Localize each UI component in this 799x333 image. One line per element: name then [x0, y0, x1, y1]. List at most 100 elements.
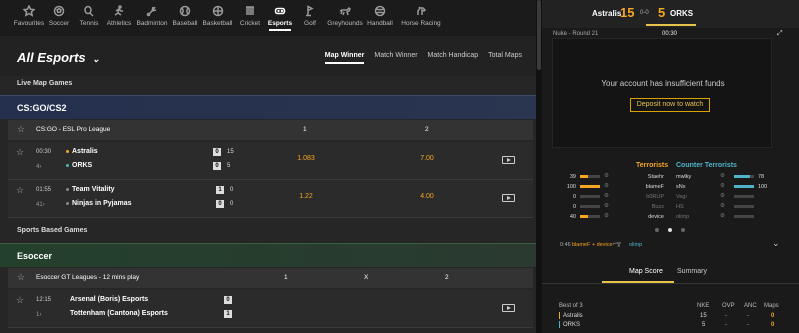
sport-label: Soccer: [48, 20, 70, 27]
player-hp-bar-empty: [734, 215, 754, 218]
right-panel: Astralis 15 0-0 5 ORKS Nuke - Round 21 0…: [542, 0, 799, 333]
carousel-dot[interactable]: [655, 228, 659, 232]
scoreboard-team-1: Astralis: [592, 9, 622, 18]
sport-golf[interactable]: Golf: [295, 0, 325, 36]
carousel-dot[interactable]: [681, 228, 685, 232]
kill-killer: blameF + device: [572, 242, 613, 248]
star-icon[interactable]: ☆: [17, 124, 25, 135]
sport-tennis[interactable]: Tennis: [74, 0, 104, 36]
weapon-icon: ⚙: [604, 193, 609, 199]
player-name: blameF: [645, 184, 664, 190]
match-row-2[interactable]: ☆ 01:55 41› Team Vitality Ninjas in Pyja…: [8, 180, 533, 218]
league-header-esoccer[interactable]: ☆ Esoccer GT Leagues - 12 mins play 1 X …: [8, 268, 533, 288]
map-score-2: 0: [216, 200, 224, 208]
tv-icon[interactable]: [502, 194, 515, 202]
sport-athletics[interactable]: Athletics: [104, 0, 134, 36]
tab-map-score[interactable]: Map Score: [629, 268, 663, 275]
table-cell: -: [725, 322, 727, 328]
tab-match-winner[interactable]: Match Winner: [374, 52, 417, 64]
scoreboard-active-bar: [646, 24, 696, 26]
player-hp-bar-empty: [580, 195, 600, 198]
sport-esports[interactable]: Esports: [265, 0, 295, 36]
sport-label: Favourites: [13, 20, 45, 27]
sport-label: Cricket: [239, 20, 261, 27]
star-icon[interactable]: ☆: [17, 272, 25, 283]
table-cell: -: [747, 313, 749, 319]
expand-icon[interactable]: ⤢: [777, 30, 783, 38]
team-dot: [66, 201, 69, 205]
league-header-csgo[interactable]: ☆ CS:GO - ESL Pro League 1 2: [8, 120, 533, 140]
match-row-3[interactable]: ☆ 12:15 1› Arsenal (Boris) Esports Totte…: [8, 290, 533, 328]
sport-greyhounds[interactable]: Greyhounds: [325, 0, 365, 36]
score-2: 1: [224, 310, 232, 318]
handball-icon: [374, 5, 386, 17]
team-2-name: Ninjas in Pyjamas: [72, 200, 132, 207]
odds-1[interactable]: 1.083: [276, 155, 336, 162]
sport-label: Horse Racing: [401, 20, 441, 27]
map-score-1: 1: [216, 186, 224, 194]
sport-favourites[interactable]: Favourites: [14, 0, 44, 36]
tv-icon[interactable]: [502, 156, 515, 164]
tab-map-winner[interactable]: Map Winner: [324, 52, 365, 64]
sport-soccer[interactable]: Soccer: [44, 0, 74, 36]
player-name: device: [648, 214, 664, 220]
player-name: Vegi: [676, 194, 687, 200]
team-dot: [66, 187, 69, 191]
table-cell: 5: [702, 322, 706, 328]
odds-1[interactable]: 1.22: [276, 193, 336, 200]
star-icon: [23, 5, 35, 17]
odds-2[interactable]: 4.00: [397, 193, 457, 200]
sport-baseball[interactable]: Baseball: [170, 0, 200, 36]
league-name: Esoccer GT Leagues - 12 mins play: [36, 274, 140, 281]
col-maps: Maps: [764, 303, 779, 309]
tab-match-handicap[interactable]: Match Handicap: [428, 52, 479, 64]
round-score-1: 0: [230, 187, 234, 193]
player-hp: 100: [758, 184, 768, 190]
tab-summary[interactable]: Summary: [677, 268, 707, 275]
sport-horse-racing[interactable]: Horse Racing: [395, 0, 447, 36]
star-icon[interactable]: ☆: [16, 147, 24, 158]
esoccer-title: Esoccer: [17, 251, 53, 261]
star-icon[interactable]: ☆: [16, 295, 24, 306]
player-hp: 40: [569, 214, 576, 220]
scoreboard: Astralis 15 0-0 5 ORKS: [542, 0, 799, 28]
deposit-button[interactable]: Deposit now to watch: [630, 98, 710, 112]
sport-basketball[interactable]: Basketball: [200, 0, 235, 36]
page-title[interactable]: All Esports ⌄: [17, 50, 100, 65]
odds-2[interactable]: 7.00: [397, 155, 457, 162]
sport-cricket[interactable]: Cricket: [235, 0, 265, 36]
market-tabs: Map Winner Match Winner Match Handicap T…: [324, 52, 522, 64]
table-cell: ORKS: [563, 322, 581, 328]
sport-handball[interactable]: Handball: [365, 0, 395, 36]
esoccer-header[interactable]: Esoccer: [0, 243, 536, 267]
chevron-down-icon[interactable]: ⌄: [772, 238, 780, 249]
weapon-icon: ⚙: [720, 193, 725, 199]
sport-badminton[interactable]: Badminton: [134, 0, 170, 36]
weapon-icon: ⚙: [604, 203, 609, 209]
player-name: b0RUP: [646, 194, 664, 200]
page-header: All Esports ⌄ Map Winner Match Winner Ma…: [0, 36, 536, 76]
tab-total-maps[interactable]: Total Maps: [488, 52, 522, 64]
round-score-2: 0: [230, 201, 234, 207]
table-cell: 15: [700, 313, 707, 319]
carousel-dot-active[interactable]: [668, 228, 672, 232]
match-sub: 1›: [36, 312, 42, 318]
sport-label: Greyhounds: [327, 20, 363, 27]
sport-label: Badminton: [136, 20, 168, 27]
col-2-header: 2: [445, 274, 449, 281]
team-color-marker: [559, 321, 560, 328]
soccer-ball-icon: [53, 5, 65, 17]
match-row-1[interactable]: ☆ 00:30 4› Astralis ORKS 0 0 15 5 1.083 …: [8, 142, 533, 180]
tv-icon[interactable]: [502, 304, 515, 312]
star-icon[interactable]: ☆: [16, 185, 24, 196]
horse-icon: [417, 6, 427, 15]
scrollbar-thumb[interactable]: [537, 0, 541, 70]
player-hp-bar: [580, 175, 588, 178]
team-dot: [66, 163, 69, 167]
scoreboard-mid: 0-0: [640, 10, 649, 16]
weapon-icon: ⚙: [720, 183, 725, 189]
player-hp-bar-empty: [734, 205, 754, 208]
csgo-header[interactable]: CS:GO/CS2: [0, 95, 536, 119]
weapon-icon: ⚙: [720, 203, 725, 209]
sports-nav: Favourites Soccer Tennis Athletics Badminton…: [0, 0, 536, 36]
